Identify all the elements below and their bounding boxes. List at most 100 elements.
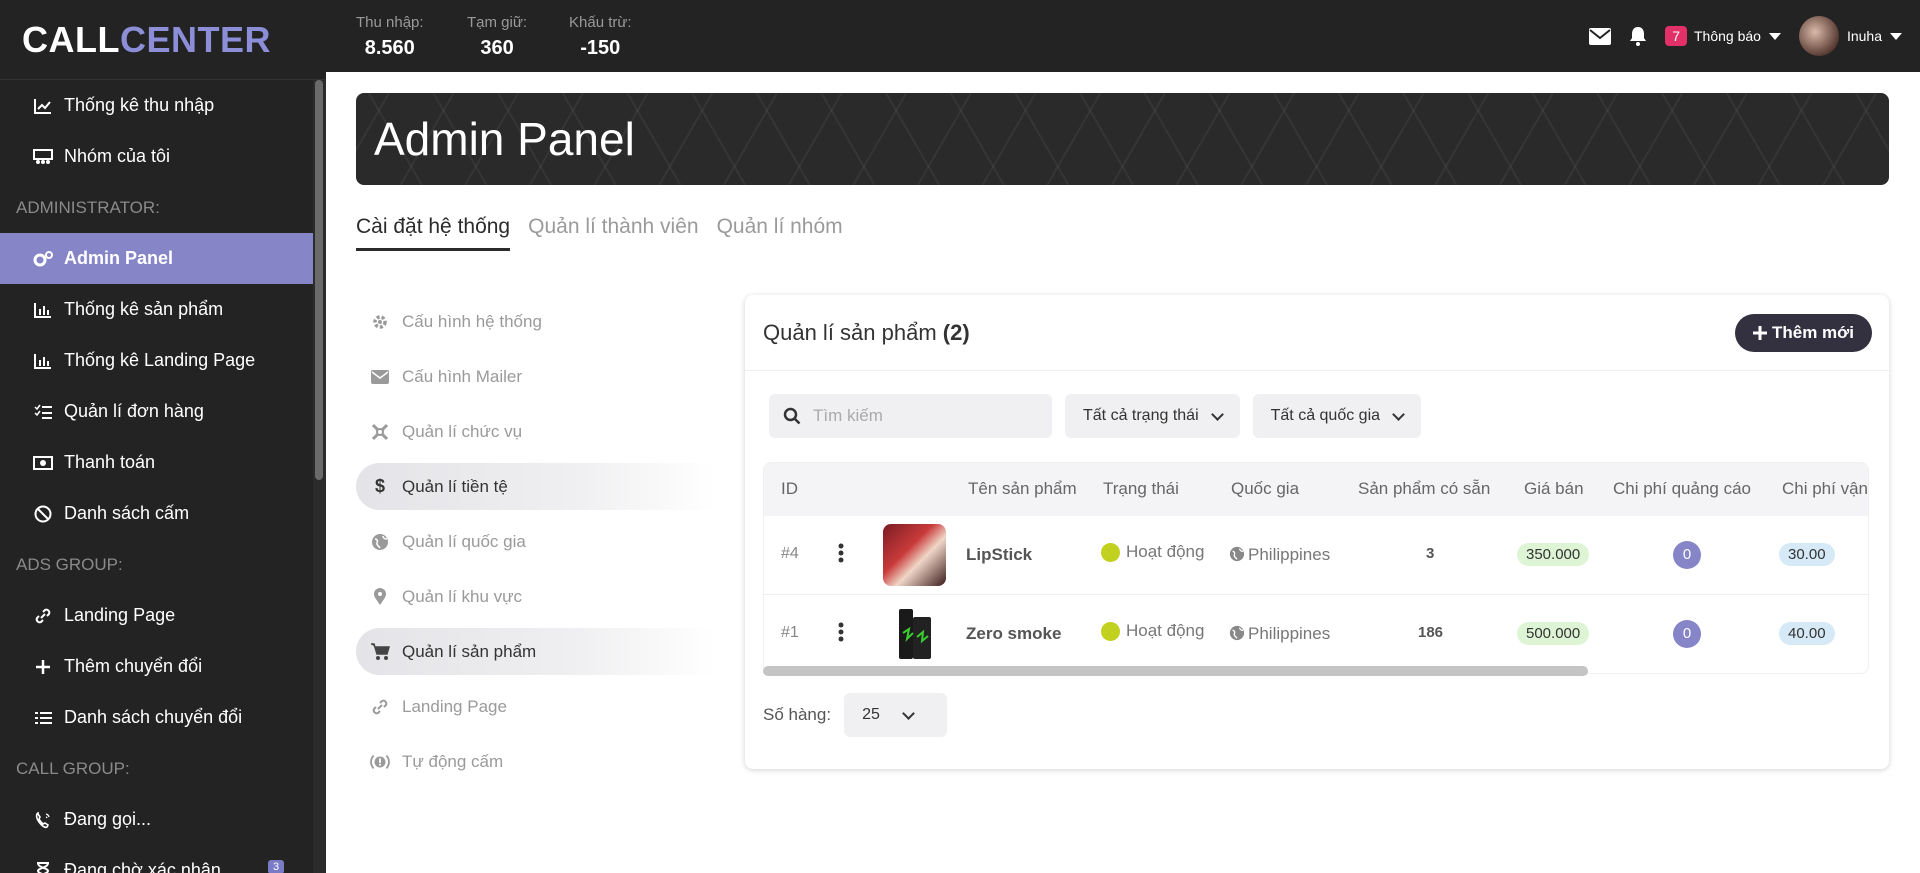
column-header-id[interactable]: ID [781,479,798,499]
globe-icon [1229,625,1245,641]
stat-label: Khấu trừ: [569,14,632,31]
logo-text-call: CALL [22,18,120,60]
search-input[interactable] [813,406,1033,426]
rows-per-page-value: 25 [862,706,880,723]
tab-member-management[interactable]: Quản lí thành viên [528,215,698,251]
money-icon [32,455,54,470]
list-check-icon [32,404,54,420]
sidebar-item-label: Nhóm của tôi [64,146,171,166]
sidebar-scrollbar-thumb[interactable] [315,80,323,480]
settings-nav-system-config[interactable]: Cấu hình hệ thống [356,298,716,345]
sidebar-item-conversion-list[interactable]: Danh sách chuyển đổi [0,692,326,743]
country-name: Philippines [1248,624,1331,643]
ad-cost-badge: 0 [1673,541,1701,569]
bell-icon[interactable] [1629,26,1647,46]
table-row[interactable]: #1 Zero smoke Hoạt động Philippines 186 … [764,595,1868,673]
logo-text-center: CENTER [119,18,271,60]
settings-nav-mailer-config[interactable]: Cấu hình Mailer [356,353,716,400]
rows-per-page-select[interactable]: 25 [844,693,948,737]
stat-label: Tạm giữ: [467,14,528,31]
sidebar-item-orders[interactable]: Quản lí đơn hàng [0,386,326,437]
column-header-shipping-cost[interactable]: Chi phí vận [1782,479,1868,499]
plus-icon [1753,325,1767,340]
price-badge: 350.000 [1517,543,1590,566]
country-cell: Philippines [1229,545,1330,565]
card-title-text: Quản lí sản phẩm [763,319,937,345]
hourglass-icon [32,861,54,873]
status-dot-icon [1101,543,1120,563]
settings-nav-country-management[interactable]: Quản lí quốc gia [356,518,716,565]
user-name: Inuha [1846,28,1882,44]
settings-nav-currency-management[interactable]: $ Quản lí tiền tệ [356,463,716,510]
add-new-button[interactable]: Thêm mới [1735,313,1872,352]
product-name[interactable]: LipStick [966,545,1032,565]
settings-nav-label: Quản lí quốc gia [402,531,526,551]
settings-nav-role-management[interactable]: Quản lí chức vụ [356,408,716,455]
column-header-country[interactable]: Quốc gia [1231,479,1299,499]
sidebar-item-label: Danh sách cấm [64,503,190,523]
user-menu[interactable]: Inuha [1798,16,1902,56]
sidebar-item-landing-page[interactable]: Landing Page [0,590,326,641]
app-logo[interactable]: CALL CENTER [0,0,326,80]
sidebar-item-income-stats[interactable]: Thống kê thu nhập [0,80,326,131]
status-dot-icon [1101,622,1120,642]
sidebar-item-label: Admin Panel [64,248,174,268]
country-filter-select[interactable]: Tất cả quốc gia [1252,394,1422,438]
column-header-price[interactable]: Giá bán [1524,479,1584,499]
link-icon [32,607,54,625]
shipping-cost-badge: 40.00 [1779,622,1835,645]
column-header-product-name[interactable]: Tên sản phẩm [968,479,1077,499]
settings-nav-label: Cấu hình Mailer [402,366,523,386]
status-filter-select[interactable]: Tất cả trạng thái [1065,394,1240,438]
phone-volume-icon [32,811,54,829]
ban-icon [32,505,54,523]
more-vertical-icon[interactable] [838,543,844,568]
table-horizontal-scrollbar[interactable] [763,666,1588,676]
search-box[interactable] [769,394,1052,438]
chevron-down-icon [1210,407,1224,421]
settings-nav-landing-page[interactable]: Landing Page [356,683,716,730]
product-id: #1 [781,624,799,641]
sidebar-item-add-conversion[interactable]: Thêm chuyển đổi [0,641,326,692]
sidebar-group-title-admin: ADMINISTRATOR: [16,197,160,217]
gears-icon [32,250,54,268]
table-header: ID Tên sản phẩm Trạng thái Quốc gia Sản … [764,463,1868,516]
tab-system-settings[interactable]: Cài đặt hệ thống [356,215,511,251]
more-vertical-icon[interactable] [838,622,844,647]
tab-group-management[interactable]: Quản lí nhóm [717,215,843,251]
sidebar-item-label: Thống kê sản phẩm [64,299,224,319]
settings-nav-product-management[interactable]: Quản lí sản phẩm [356,628,716,675]
column-header-available[interactable]: Sản phẩm có sẵn [1358,479,1490,499]
sidebar-item-awaiting-confirmation[interactable]: Đang chờ xác nhận 3 [0,845,326,873]
sidebar-item-product-stats[interactable]: Thống kê sản phẩm [0,284,326,335]
notifications-dropdown[interactable]: 7 Thông báo [1665,26,1781,46]
avatar [1798,16,1839,56]
settings-nav-label: Cấu hình hệ thống [402,311,542,331]
map-pin-icon [370,587,390,606]
settings-nav-label: Landing Page [402,696,507,716]
product-id: #4 [781,545,799,562]
sidebar-item-payment[interactable]: Thanh toán [0,437,326,488]
settings-nav-label: Quản lí tiền tệ [402,476,508,496]
envelope-icon [370,369,390,384]
sidebar-item-admin-panel[interactable]: Admin Panel [0,233,313,284]
ad-cost-badge: 0 [1673,620,1701,648]
table-row[interactable]: #4 LipStick Hoạt động Philippines 3 350.… [764,516,1868,595]
list-icon [32,710,54,726]
column-header-status[interactable]: Trạng thái [1103,479,1179,499]
product-name[interactable]: Zero smoke [966,624,1061,644]
globe-icon [370,533,390,551]
bar-chart-icon [32,353,54,369]
stock-count: 186 [1418,624,1444,641]
mail-icon[interactable] [1589,27,1612,45]
stat-income: Thu nhập: 8.560 [356,14,424,60]
column-header-ad-cost[interactable]: Chi phí quảng cáo [1613,479,1751,499]
sidebar-item-calling[interactable]: Đang gọi... [0,794,326,845]
sidebar-item-ban-list[interactable]: Danh sách cấm [0,488,326,539]
product-management-card: Quản lí sản phẩm (2) Thêm mới Tất cả trạ… [745,295,1889,769]
settings-nav-auto-ban[interactable]: Tự động cấm [356,738,716,785]
settings-nav-region-management[interactable]: Quản lí khu vực [356,573,716,620]
status-text: Hoạt động [1126,621,1205,640]
sidebar-item-landing-stats[interactable]: Thống kê Landing Page [0,335,326,386]
sidebar-item-my-group[interactable]: Nhóm của tôi [0,131,326,182]
